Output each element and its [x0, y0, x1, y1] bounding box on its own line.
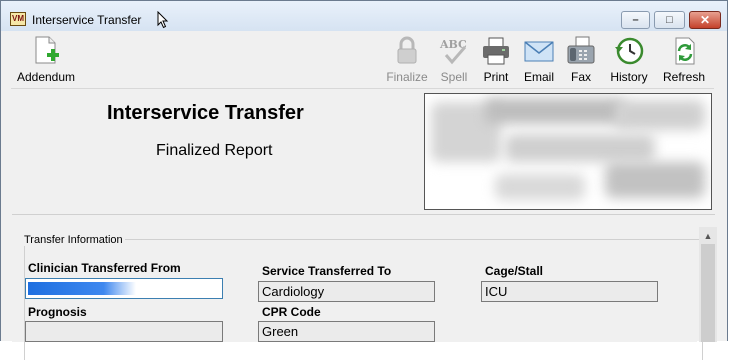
maximize-icon: □ [666, 14, 673, 26]
service-value: Cardiology [262, 284, 325, 299]
refresh-icon [675, 37, 695, 65]
spellcheck-icon: ABC [439, 38, 467, 65]
scroll-thumb[interactable] [701, 244, 715, 342]
clinician-field[interactable] [25, 278, 223, 299]
cpr-code-label: CPR Code [262, 305, 321, 319]
window-title: Interservice Transfer [32, 13, 142, 27]
print-button[interactable]: Print [479, 35, 513, 84]
spell-label: Spell [440, 70, 468, 84]
prognosis-field[interactable] [25, 321, 223, 342]
printer-icon [483, 37, 509, 65]
title-bar[interactable]: VM Interservice Transfer – □ ✕ [1, 1, 727, 31]
transfer-info-legend: Transfer Information [22, 234, 125, 246]
maximize-button[interactable]: □ [654, 11, 685, 29]
addendum-label: Addendum [16, 70, 76, 84]
cpr-code-value: Green [262, 324, 299, 339]
redacted-header-image [424, 93, 712, 210]
email-label: Email [523, 70, 554, 84]
finalize-button[interactable]: Finalize [385, 35, 429, 84]
toolbar: Addendum Finalize ABC Spell Print Email … [1, 31, 727, 87]
report-title: Interservice Transfer [107, 102, 304, 124]
envelope-icon [524, 41, 554, 62]
prognosis-label: Prognosis [28, 305, 87, 319]
minimize-button[interactable]: – [621, 11, 650, 29]
fax-icon [567, 36, 595, 64]
report-status: Finalized Report [156, 142, 273, 159]
selected-text-highlight [28, 282, 136, 295]
clinician-label: Clinician Transferred From [28, 261, 181, 275]
refresh-button[interactable]: Refresh [661, 35, 707, 84]
document-add-icon [35, 36, 59, 64]
fax-button[interactable]: Fax [565, 35, 597, 84]
finalize-label: Finalize [386, 70, 428, 84]
lock-icon [397, 36, 417, 64]
history-button[interactable]: History [606, 35, 652, 84]
spell-button[interactable]: ABC Spell [436, 35, 472, 84]
clock-icon [615, 37, 644, 65]
minimize-icon: – [632, 14, 639, 26]
cage-stall-label: Cage/Stall [485, 264, 544, 278]
fax-label: Fax [570, 70, 591, 84]
cpr-code-field[interactable]: Green [258, 321, 435, 342]
service-field[interactable]: Cardiology [258, 281, 435, 302]
scroll-up-arrow-icon[interactable]: ▲ [699, 229, 717, 243]
addendum-button[interactable]: Addendum [15, 35, 77, 84]
service-label: Service Transferred To [262, 264, 392, 278]
refresh-label: Refresh [662, 70, 706, 84]
close-icon: ✕ [699, 13, 711, 27]
mouse-cursor-icon [157, 11, 169, 29]
cage-stall-field[interactable]: ICU [481, 281, 658, 302]
app-icon: VM [10, 12, 26, 26]
report-window: VM Interservice Transfer – □ ✕ Addendum [0, 0, 728, 360]
email-button[interactable]: Email [520, 35, 558, 84]
print-label: Print [483, 70, 509, 84]
history-label: History [610, 70, 648, 84]
vertical-scrollbar[interactable]: ▲ [699, 227, 717, 342]
cage-stall-value: ICU [485, 284, 508, 299]
close-button[interactable]: ✕ [689, 11, 721, 29]
